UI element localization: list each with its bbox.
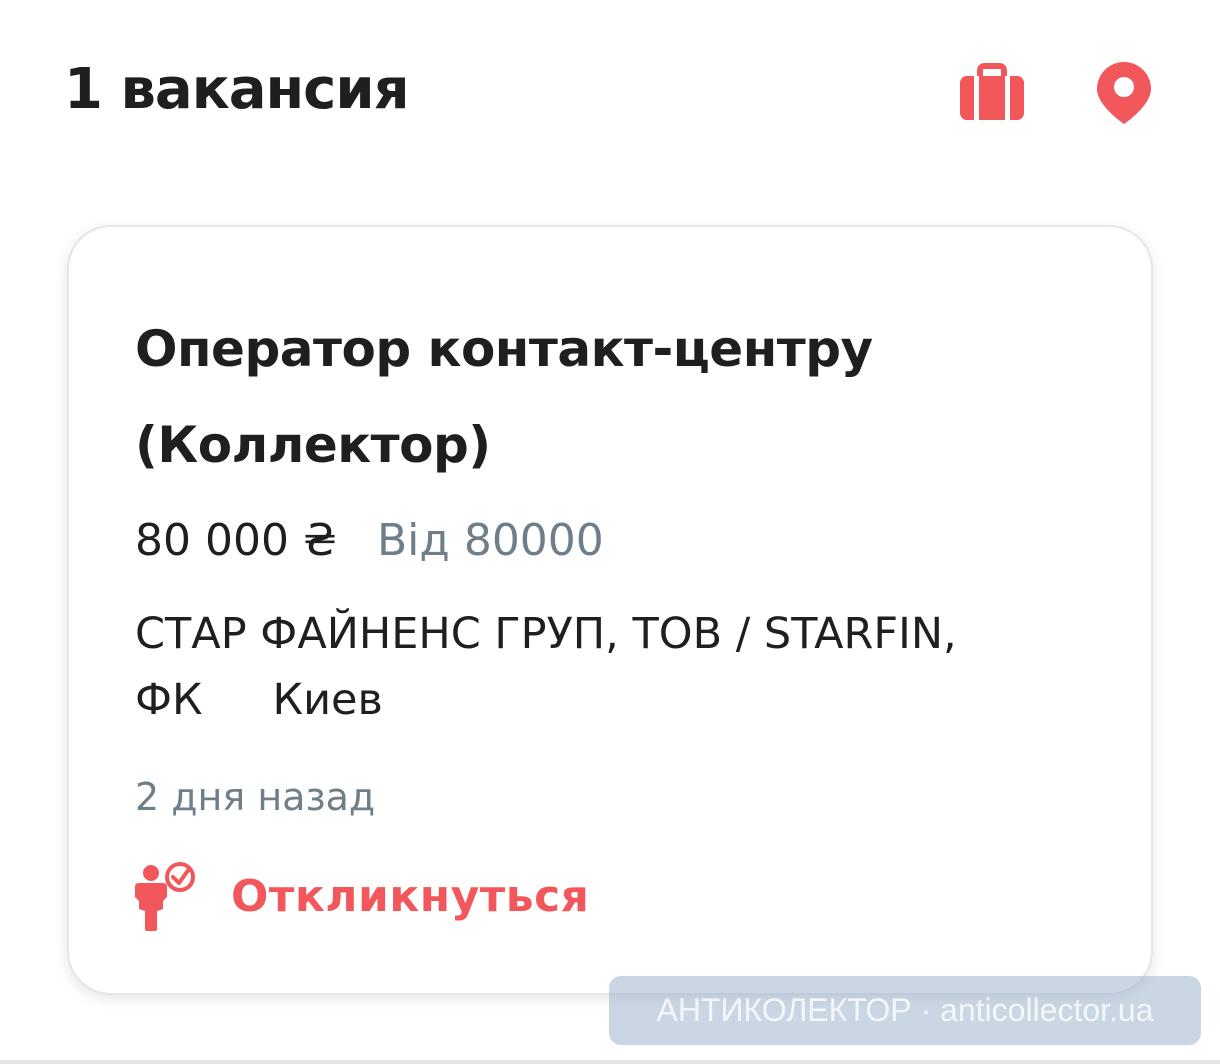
briefcase-button[interactable] — [956, 62, 1028, 124]
bottom-divider — [0, 1060, 1220, 1064]
salary: 80 000 ₴ — [135, 515, 337, 566]
city: Киев — [272, 675, 383, 725]
posted-date: 2 дня назад — [135, 775, 376, 819]
watermark: АНТИКОЛЕКТОР · anticollector.ua — [609, 976, 1201, 1045]
location-button[interactable] — [1092, 58, 1156, 128]
vacancy-card[interactable]: Оператор контакт-центру (Коллектор) 80 0… — [67, 225, 1153, 995]
page-title: 1 вакансия — [64, 57, 410, 122]
briefcase-icon — [960, 63, 1024, 120]
company-location: СТАР ФАЙНЕНС ГРУП, ТОВ / STARFIN, ФК Киев — [135, 601, 1115, 733]
salary-row: 80 000 ₴ Від 80000 — [135, 511, 604, 571]
company-name: СТАР ФАЙНЕНС ГРУП, ТОВ / STARFIN, ФК — [135, 609, 957, 725]
apply-button[interactable]: Откликнуться — [131, 859, 589, 933]
apply-label: Откликнуться — [231, 870, 590, 922]
location-pin-icon — [1097, 62, 1151, 124]
vacancies-page: 1 вакансия Оператор контакт-центру (Колл… — [0, 0, 1220, 1064]
salary-note: Від 80000 — [377, 515, 604, 566]
vacancy-title[interactable]: Оператор контакт-центру (Коллектор) — [135, 301, 1095, 493]
person-check-icon — [135, 862, 195, 931]
